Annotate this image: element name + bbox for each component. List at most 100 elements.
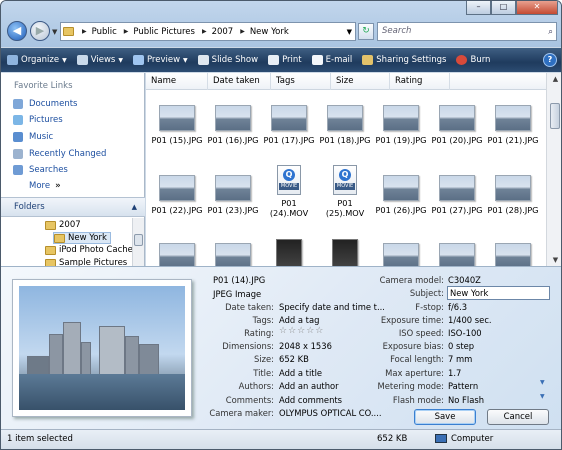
- print-button[interactable]: Print: [268, 55, 302, 65]
- refresh-button[interactable]: ↻: [358, 23, 374, 40]
- maximize-button[interactable]: □: [491, 1, 516, 15]
- file-tile[interactable]: Q MOVIE P01 (24).MOV: [261, 165, 317, 218]
- tree-item-sample-pictures[interactable]: Sample Pictures: [45, 258, 127, 266]
- email-button[interactable]: E-mail: [311, 55, 352, 65]
- chevron-down-icon[interactable]: ▼: [540, 393, 545, 400]
- search-input[interactable]: Search ⌕: [377, 22, 557, 41]
- favorite-music[interactable]: Music: [13, 132, 53, 142]
- column-name[interactable]: Name: [146, 73, 208, 90]
- tags-value[interactable]: Add a tag: [279, 315, 319, 325]
- breadcrumb-public[interactable]: Public: [92, 27, 117, 37]
- file-tile[interactable]: P01 (20).JPG: [429, 105, 485, 145]
- movie-badge: MOVIE: [279, 183, 299, 190]
- flash-mode-value[interactable]: No Flash: [448, 395, 484, 405]
- breadcrumb-separator[interactable]: ▶: [82, 28, 87, 35]
- breadcrumb-separator[interactable]: ▶: [124, 28, 129, 35]
- tree-item-2007[interactable]: 2007: [45, 220, 81, 230]
- file-tile[interactable]: [317, 239, 373, 266]
- tree-label: Sample Pictures: [59, 258, 128, 266]
- tree-item-new-york[interactable]: New York: [53, 232, 111, 244]
- breadcrumb-separator[interactable]: ▶: [202, 28, 207, 35]
- photo-thumbnail: [495, 243, 531, 266]
- breadcrumb-public-pictures[interactable]: Public Pictures: [133, 27, 195, 37]
- column-rating[interactable]: Rating: [390, 73, 450, 90]
- scroll-thumb[interactable]: [134, 234, 143, 246]
- date-taken-value[interactable]: Specify date and time t...: [279, 302, 385, 312]
- preview-button[interactable]: Preview ▼: [132, 55, 188, 65]
- breadcrumb-separator[interactable]: ▶: [240, 28, 245, 35]
- address-dropdown-icon[interactable]: ▼: [347, 28, 352, 36]
- scroll-up-icon[interactable]: ▲: [547, 75, 561, 83]
- title-value[interactable]: Add a title: [279, 368, 322, 378]
- favorite-pictures[interactable]: Pictures: [13, 115, 63, 125]
- scroll-down-icon[interactable]: ▼: [547, 256, 561, 264]
- file-tile[interactable]: P01 (27).JPG: [429, 175, 485, 215]
- max-aperture-value[interactable]: 1.7: [448, 368, 461, 378]
- folder-tree-scrollbar[interactable]: [132, 218, 144, 266]
- breadcrumb-2007[interactable]: 2007: [212, 27, 234, 37]
- camera-model-value[interactable]: C3040Z: [448, 275, 481, 285]
- more-links[interactable]: More »: [29, 181, 61, 191]
- focal-length-value[interactable]: 7 mm: [448, 354, 472, 364]
- file-tile[interactable]: P01 (18).JPG: [317, 105, 373, 145]
- column-date-taken[interactable]: Date taken: [208, 73, 271, 90]
- column-tags[interactable]: Tags: [271, 73, 331, 90]
- file-tile[interactable]: Q MOVIE P01 (25).MOV: [317, 165, 373, 218]
- file-tile[interactable]: P01 (17).JPG: [261, 105, 317, 145]
- file-tile[interactable]: P01 (19).JPG: [373, 105, 429, 145]
- file-tile[interactable]: [261, 239, 317, 266]
- burn-button[interactable]: Burn: [456, 55, 490, 65]
- recent-pages-dropdown[interactable]: ▼: [52, 28, 57, 36]
- views-button[interactable]: Views ▼: [76, 55, 123, 65]
- metering-mode-value[interactable]: Pattern: [448, 381, 478, 391]
- organize-button[interactable]: Organize ▼: [7, 55, 67, 65]
- fstop-value[interactable]: f/6.3: [448, 302, 467, 312]
- subject-field[interactable]: New York: [447, 286, 550, 300]
- camera-maker-value[interactable]: OLYMPUS OPTICAL CO....: [279, 408, 382, 418]
- folders-header[interactable]: Folders ▲: [1, 197, 145, 217]
- save-button[interactable]: Save: [414, 409, 476, 425]
- column-headers: Name Date taken Tags Size Rating: [146, 73, 546, 90]
- help-icon[interactable]: ?: [543, 53, 557, 67]
- file-tile[interactable]: P01 (22).JPG: [149, 175, 205, 215]
- file-tile[interactable]: P01 (21).JPG: [485, 105, 541, 145]
- tree-item-ipod-photo-cache[interactable]: iPod Photo Cache: [45, 245, 133, 255]
- file-tile[interactable]: P01 (16).JPG: [205, 105, 261, 145]
- rating-stars[interactable]: ☆☆☆☆☆: [279, 326, 324, 336]
- search-icon[interactable]: ⌕: [548, 24, 553, 41]
- file-tile[interactable]: [485, 243, 541, 266]
- max-aperture-label: Max aperture:: [385, 368, 444, 378]
- breadcrumb-new-york[interactable]: New York: [250, 27, 289, 37]
- file-tile[interactable]: P01 (28).JPG: [485, 175, 541, 215]
- forward-button[interactable]: ▶: [30, 21, 50, 41]
- comments-value[interactable]: Add comments: [279, 395, 342, 405]
- file-tile[interactable]: [205, 243, 261, 266]
- exposure-bias-value[interactable]: 0 step: [448, 341, 474, 351]
- favorite-documents[interactable]: Documents: [13, 99, 77, 109]
- file-tile[interactable]: [373, 243, 429, 266]
- burn-label: Burn: [470, 55, 491, 65]
- file-tile[interactable]: [429, 243, 485, 266]
- folder-icon: [45, 220, 56, 230]
- back-button[interactable]: ◀: [7, 21, 27, 41]
- file-tile[interactable]: P01 (23).JPG: [205, 175, 261, 215]
- file-tile[interactable]: P01 (26).JPG: [373, 175, 429, 215]
- slideshow-button[interactable]: Slide Show: [197, 55, 258, 65]
- favorite-recently-changed[interactable]: Recently Changed: [13, 149, 106, 159]
- close-button[interactable]: ✕: [516, 1, 558, 15]
- authors-value[interactable]: Add an author: [279, 381, 339, 391]
- address-bar[interactable]: ▶ Public ▶ Public Pictures ▶ 2007 ▶ New …: [60, 22, 356, 41]
- file-tile[interactable]: P01 (15).JPG: [149, 105, 205, 145]
- iso-speed-value[interactable]: ISO-100: [448, 328, 482, 338]
- cancel-button[interactable]: Cancel: [487, 409, 549, 425]
- sharing-settings-button[interactable]: Sharing Settings: [362, 55, 446, 65]
- file-name: P01 (20).JPG: [431, 135, 483, 145]
- exposure-time-value[interactable]: 1/400 sec.: [448, 315, 492, 325]
- column-size[interactable]: Size: [331, 73, 390, 90]
- minimize-button[interactable]: –: [466, 1, 491, 15]
- file-list-scrollbar[interactable]: ▲ ▼: [546, 73, 561, 266]
- scroll-thumb[interactable]: [550, 103, 560, 129]
- file-tile[interactable]: [149, 243, 205, 266]
- chevron-down-icon[interactable]: ▼: [540, 379, 545, 386]
- favorite-searches[interactable]: Searches: [13, 165, 68, 175]
